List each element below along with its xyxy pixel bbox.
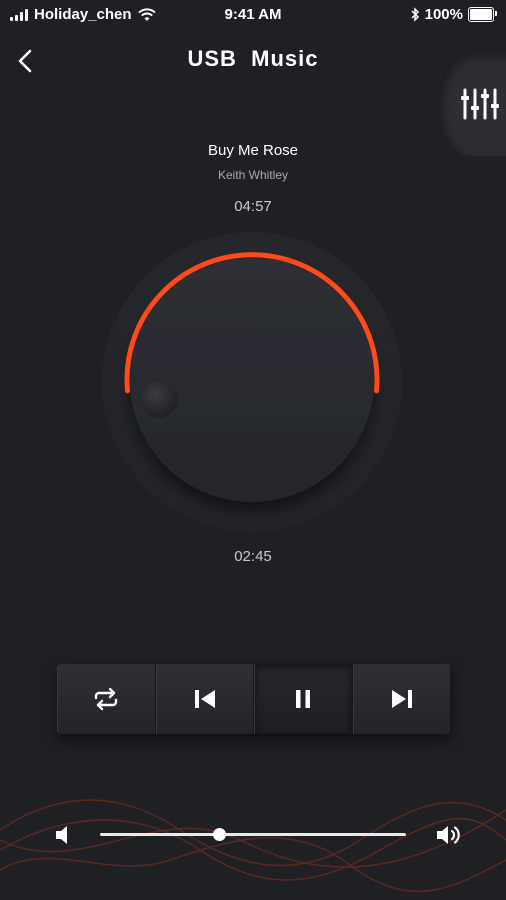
bluetooth-icon — [411, 7, 419, 22]
repeat-button[interactable] — [57, 664, 156, 734]
status-bar: Holiday_chen 9:41 AM 100% — [0, 0, 506, 28]
sliders-icon — [461, 88, 499, 120]
skip-forward-icon — [391, 690, 412, 708]
progress-knob[interactable] — [96, 230, 408, 542]
progress-knob-graphic — [102, 232, 402, 532]
pause-icon — [296, 690, 311, 708]
repeat-icon — [95, 687, 118, 711]
volume-low-button[interactable] — [52, 822, 76, 848]
equalizer-button[interactable] — [460, 86, 500, 122]
playback-controls — [57, 664, 451, 734]
volume-low-icon — [56, 826, 67, 844]
elapsed-time: 02:45 — [234, 548, 272, 565]
page-title: USB Music — [187, 46, 319, 71]
battery-icon — [468, 7, 497, 22]
skip-back-icon — [194, 690, 215, 708]
knob-face — [130, 258, 374, 502]
volume-high-button[interactable] — [434, 822, 466, 848]
volume-slider[interactable] — [100, 828, 406, 841]
volume-high-icon — [437, 826, 460, 844]
next-button[interactable] — [352, 664, 451, 734]
music-player-screen: Holiday_chen 9:41 AM 100% USB Music Buy … — [0, 0, 506, 900]
knob-indicator — [141, 381, 178, 418]
song-title: Buy Me Rose — [207, 142, 299, 159]
previous-button[interactable] — [155, 664, 254, 734]
total-duration: 04:57 — [234, 198, 272, 215]
status-right: 100% — [411, 6, 497, 23]
pause-button[interactable] — [254, 664, 353, 734]
song-artist: Keith Whitley — [217, 168, 289, 182]
battery-percentage: 100% — [424, 6, 463, 23]
